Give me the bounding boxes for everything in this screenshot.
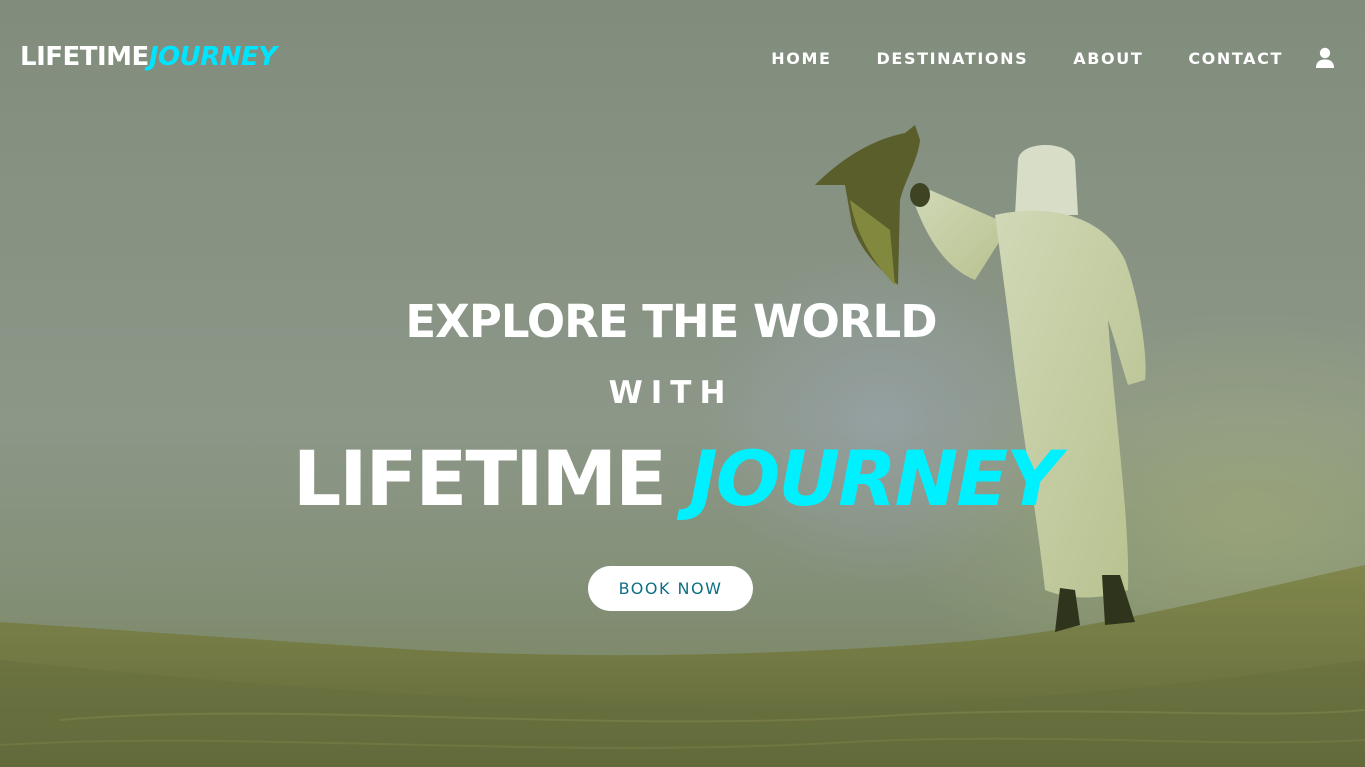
- hero-brand-title: LIFETIME JOURNEY: [0, 434, 1352, 524]
- hero-brand-accent: JOURNEY: [689, 434, 1061, 523]
- book-now-button[interactable]: BOOK NOW: [588, 566, 753, 611]
- hero-headline: EXPLORE THE WORLD: [405, 295, 937, 348]
- hero-brand-primary: LIFETIME: [292, 434, 667, 523]
- hero-content: EXPLORE THE WORLD WITH LIFETIME JOURNEY …: [0, 0, 1365, 767]
- hero-subheadline: WITH: [608, 375, 734, 411]
